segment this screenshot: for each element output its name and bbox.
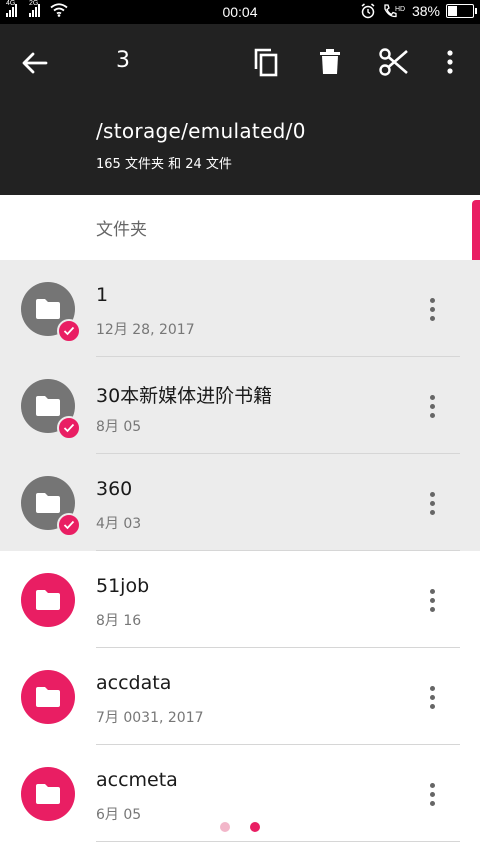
alarm-icon bbox=[361, 3, 375, 19]
current-path: /storage/emulated/0 bbox=[96, 119, 306, 143]
cut-icon bbox=[379, 48, 408, 76]
section-header: 文件夹 bbox=[0, 195, 480, 260]
folder-summary: 165 文件夹 和 24 文件 bbox=[96, 157, 232, 172]
file-name: 51job bbox=[96, 575, 150, 597]
file-name: accmeta bbox=[96, 769, 178, 791]
item-menu-button[interactable] bbox=[418, 486, 446, 520]
item-menu-button[interactable] bbox=[418, 583, 446, 617]
file-date: 4月 03 bbox=[96, 516, 142, 532]
item-menu-button[interactable] bbox=[418, 777, 446, 811]
divider bbox=[96, 841, 460, 842]
file-date: 8月 16 bbox=[96, 613, 142, 629]
file-date: 12月 28, 2017 bbox=[96, 322, 195, 338]
status-right: HD 38% bbox=[360, 3, 477, 19]
folder-icon bbox=[21, 767, 75, 821]
app-bar: 3 /storage/emulated/0 165 文件夹 和 24 文件 bbox=[0, 24, 480, 195]
more-vert-icon bbox=[447, 50, 453, 74]
more-options-button[interactable] bbox=[432, 44, 468, 80]
delete-icon bbox=[320, 49, 340, 74]
delete-button[interactable] bbox=[312, 44, 348, 80]
check-icon bbox=[57, 416, 81, 440]
hd-call-icon: HD bbox=[384, 4, 405, 18]
section-title: 文件夹 bbox=[96, 220, 147, 240]
copy-icon bbox=[254, 48, 278, 77]
page-indicator bbox=[0, 822, 480, 832]
battery-level bbox=[448, 6, 458, 16]
item-menu-button[interactable] bbox=[418, 680, 446, 714]
file-name: 30本新媒体进阶书籍 bbox=[96, 385, 273, 407]
status-bar: 4G 2G 00:04 HD 38% bbox=[0, 0, 480, 24]
file-date: 6月 05 bbox=[96, 807, 142, 823]
battery-icon bbox=[446, 4, 477, 18]
battery-percent: 38% bbox=[411, 3, 440, 19]
svg-text:HD: HD bbox=[395, 6, 405, 13]
file-name: 360 bbox=[96, 478, 133, 500]
list-item[interactable]: accdata 7月 0031, 2017 bbox=[0, 648, 480, 745]
selected-count: 3 bbox=[116, 48, 130, 73]
file-date: 7月 0031, 2017 bbox=[96, 710, 204, 726]
arrow-back-icon bbox=[22, 52, 48, 74]
check-icon bbox=[57, 513, 81, 537]
file-name: 1 bbox=[96, 284, 109, 306]
list-item[interactable]: 51job 8月 16 bbox=[0, 551, 480, 648]
page-dot bbox=[250, 822, 260, 832]
check-icon bbox=[57, 319, 81, 343]
list-item[interactable]: 30本新媒体进阶书籍 8月 05 bbox=[0, 357, 480, 454]
folder-icon bbox=[21, 573, 75, 627]
list-item[interactable]: 1 12月 28, 2017 bbox=[0, 260, 480, 357]
item-menu-button[interactable] bbox=[418, 292, 446, 326]
file-name: accdata bbox=[96, 672, 172, 694]
folder-icon bbox=[21, 670, 75, 724]
back-button[interactable] bbox=[18, 46, 52, 80]
page-dot bbox=[220, 822, 230, 832]
list-item[interactable]: 360 4月 03 bbox=[0, 454, 480, 551]
cut-button[interactable] bbox=[376, 44, 412, 80]
item-menu-button[interactable] bbox=[418, 389, 446, 423]
file-date: 8月 05 bbox=[96, 419, 142, 435]
copy-button[interactable] bbox=[248, 44, 284, 80]
